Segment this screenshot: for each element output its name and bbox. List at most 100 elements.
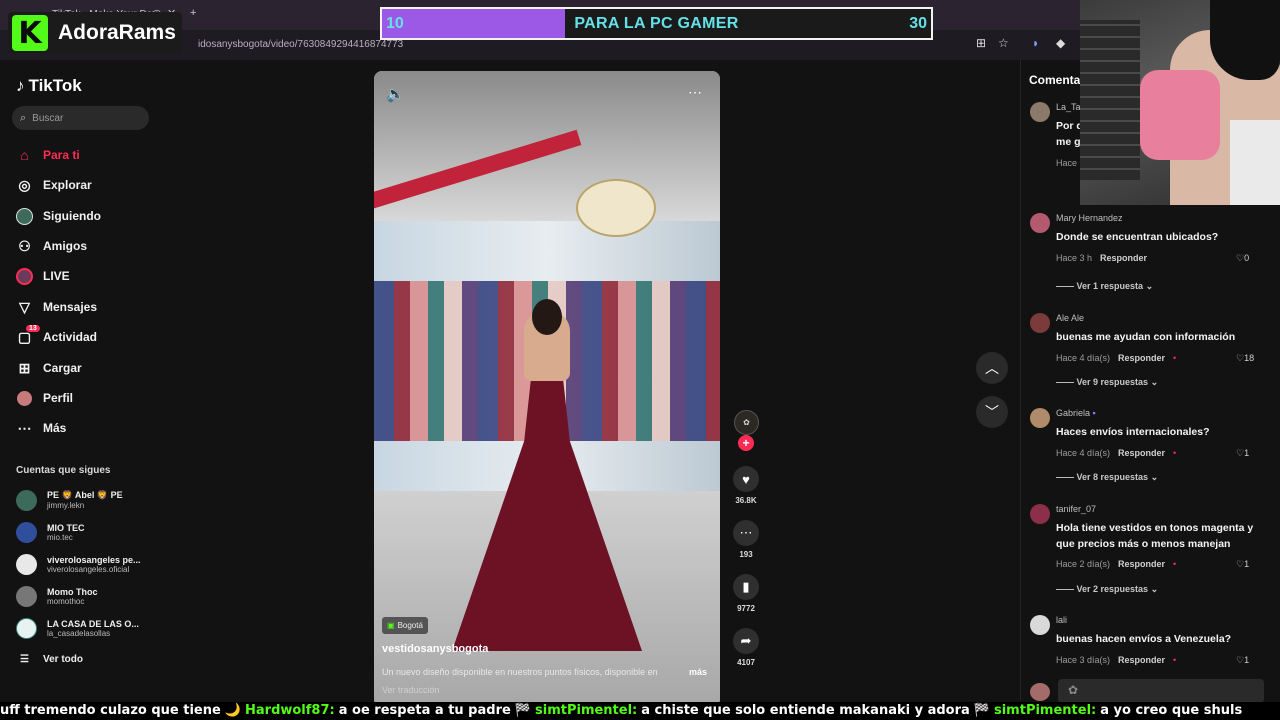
see-all-label: Ver todo <box>42 654 83 665</box>
translate-icon[interactable]: ⊞ <box>976 36 986 50</box>
comment-user[interactable]: Gabriela ▪ <box>1056 408 1096 418</box>
bookmark-icon[interactable]: ▮ <box>733 574 759 600</box>
avatar[interactable] <box>1030 408 1050 428</box>
comment-likes[interactable]: ♡1 <box>1236 448 1249 459</box>
reply-button[interactable]: Responder <box>1118 353 1165 363</box>
nav-cargar[interactable]: ⊞ Cargar <box>16 358 82 378</box>
nav-mas[interactable]: ⋯ Más <box>16 418 67 438</box>
account-username: viverolosangeles.oficial <box>47 564 130 574</box>
comment-likes[interactable]: ♡1 <box>1236 655 1249 666</box>
reply-button[interactable]: Responder <box>1118 559 1165 569</box>
extension-diamond-icon[interactable]: ◆ <box>1056 36 1065 50</box>
avatar <box>16 553 37 575</box>
avatar[interactable] <box>1030 313 1050 333</box>
video-username[interactable]: vestidosanysbogota <box>382 643 488 655</box>
view-replies-link[interactable]: —— Ver 9 respuestas ⌄ <box>1056 377 1158 388</box>
nav-label: LIVE <box>43 269 70 283</box>
view-replies-link[interactable]: —— Ver 2 respuestas ⌄ <box>1056 584 1158 595</box>
nav-live[interactable]: LIVE <box>16 266 70 286</box>
avatar[interactable] <box>1030 213 1050 233</box>
share-action[interactable]: ➦ 4107 <box>733 628 759 667</box>
sound-icon[interactable]: 🔈 <box>386 85 405 103</box>
heart-outline-icon: ♡ <box>1236 353 1245 363</box>
extension-icon[interactable]: ◗ <box>1032 36 1039 50</box>
bookmark-star-icon[interactable]: ☆ <box>998 36 1009 50</box>
comment-time: Hace 3 h <box>1056 253 1093 263</box>
webcam-shelf <box>1080 20 1140 180</box>
heart-outline-icon: ♡ <box>1236 253 1245 263</box>
video-player[interactable] <box>374 71 720 707</box>
creator-liked-icon: • <box>1173 448 1177 458</box>
comment-user[interactable]: Ale Ale <box>1056 313 1084 323</box>
comment-meta: Hace 4 día(s) Responder • <box>1056 353 1176 363</box>
avatar[interactable] <box>1030 102 1050 122</box>
like-action[interactable]: ♥ 36.8K <box>733 466 759 505</box>
comment-user[interactable]: Mary Hernandez <box>1056 213 1123 223</box>
followed-account[interactable]: PE 🦁 Abel 🦁 PE jimmy.lekn <box>16 488 123 512</box>
heart-outline-icon: ♡ <box>1236 655 1245 665</box>
tiktok-logo[interactable]: ♪ TikTok <box>16 76 82 96</box>
follow-plus-icon[interactable]: + <box>738 435 754 451</box>
search-input[interactable] <box>32 112 133 124</box>
following-avatar-icon <box>16 207 33 225</box>
comment-input[interactable]: ✿ <box>1058 679 1264 703</box>
reply-button[interactable]: Responder <box>1100 253 1147 263</box>
comment-likes[interactable]: ♡18 <box>1236 353 1254 364</box>
followed-account[interactable]: viverolosangeles pe... viverolosangeles.o… <box>16 552 141 576</box>
followed-account[interactable]: Momo Thoc momothoc <box>16 584 98 608</box>
location-pill[interactable]: ▣ Bogotá <box>382 617 428 634</box>
comment-text: buenas hacen envíos a Venezuela? <box>1056 633 1232 645</box>
share-icon[interactable]: ➦ <box>733 628 759 654</box>
creator-liked-icon: • <box>1173 353 1177 363</box>
comment-likes[interactable]: ♡0 <box>1236 253 1249 264</box>
url-text[interactable]: idosanysbogota/video/7630849294416874773 <box>198 39 403 50</box>
avatar[interactable] <box>1030 504 1050 524</box>
nav-label: Cargar <box>43 361 82 375</box>
nav-explorar[interactable]: ◎ Explorar <box>16 175 91 195</box>
comment-meta: Hace 3 día(s) Responder • <box>1056 655 1176 665</box>
heart-icon[interactable]: ♥ <box>733 466 759 492</box>
emoji-icon[interactable]: ✿ <box>1068 683 1078 697</box>
followed-account[interactable]: MIO TEC mio.tec <box>16 520 85 544</box>
next-video-button[interactable]: ﹀ <box>976 396 1008 428</box>
comment-likes[interactable]: ♡1 <box>1236 559 1249 570</box>
nav-amigos[interactable]: ⚇ Amigos <box>16 236 87 256</box>
see-all-link[interactable]: ☰ Ver todo <box>20 654 83 665</box>
webcam-shirt <box>1230 120 1280 205</box>
video-description: Un nuevo diseño disponible en nuestros p… <box>382 667 658 677</box>
search-box[interactable]: ⌕ <box>12 106 149 130</box>
activity-icon: ▢ 13 <box>16 324 40 346</box>
nav-label: Perfil <box>43 391 74 405</box>
view-replies-link[interactable]: —— Ver 8 respuestas ⌄ <box>1056 472 1158 483</box>
creator-liked-icon: • <box>1173 559 1177 569</box>
save-action[interactable]: ▮ 9772 <box>733 574 759 613</box>
nav-mensajes[interactable]: ▽ Mensajes <box>16 297 97 317</box>
comment-icon[interactable]: ⋯ <box>733 520 759 546</box>
comment-item: lali buenas hacen envíos a Venezuela? Ha… <box>1030 615 1260 675</box>
translate-link[interactable]: Ver traducción <box>382 685 440 695</box>
video-more-link[interactable]: más <box>689 667 707 677</box>
view-replies-link[interactable]: —— Ver 1 respuesta ⌄ <box>1056 281 1153 292</box>
comment-meta: Hace 3 h Responder <box>1056 253 1147 263</box>
comment-like-count: 1 <box>1244 448 1250 458</box>
comment-action[interactable]: ⋯ 193 <box>733 520 759 559</box>
creator-avatar[interactable]: ✿ <box>734 410 759 435</box>
comment-item: tanifer_07 Hola tiene vestidos en tonos … <box>1030 504 1260 599</box>
comment-user[interactable]: lali <box>1056 615 1067 625</box>
new-tab-icon[interactable]: + <box>190 7 196 19</box>
comment-user[interactable]: tanifer_07 <box>1056 504 1096 514</box>
nav-perfil[interactable]: Perfil <box>16 388 73 408</box>
nav-para-ti[interactable]: ⌂ Para ti <box>16 145 79 165</box>
avatar <box>16 585 37 607</box>
nav-label: Siguiendo <box>43 209 101 223</box>
nav-actividad[interactable]: ▢ 13 Actividad <box>16 324 97 347</box>
reply-button[interactable]: Responder <box>1118 655 1165 665</box>
followed-account[interactable]: LA CASA DE LAS O... la_casadelasollas <box>16 616 139 640</box>
chat-username: Hardwolf87: <box>245 703 335 718</box>
previous-video-button[interactable]: ︿ <box>976 352 1008 384</box>
avatar[interactable] <box>1030 615 1050 635</box>
comment-user[interactable]: La_Ta <box>1056 102 1081 112</box>
nav-siguiendo[interactable]: Siguiendo <box>16 206 101 226</box>
video-options-icon[interactable]: ⋯ <box>688 84 702 101</box>
reply-button[interactable]: Responder <box>1118 448 1165 458</box>
